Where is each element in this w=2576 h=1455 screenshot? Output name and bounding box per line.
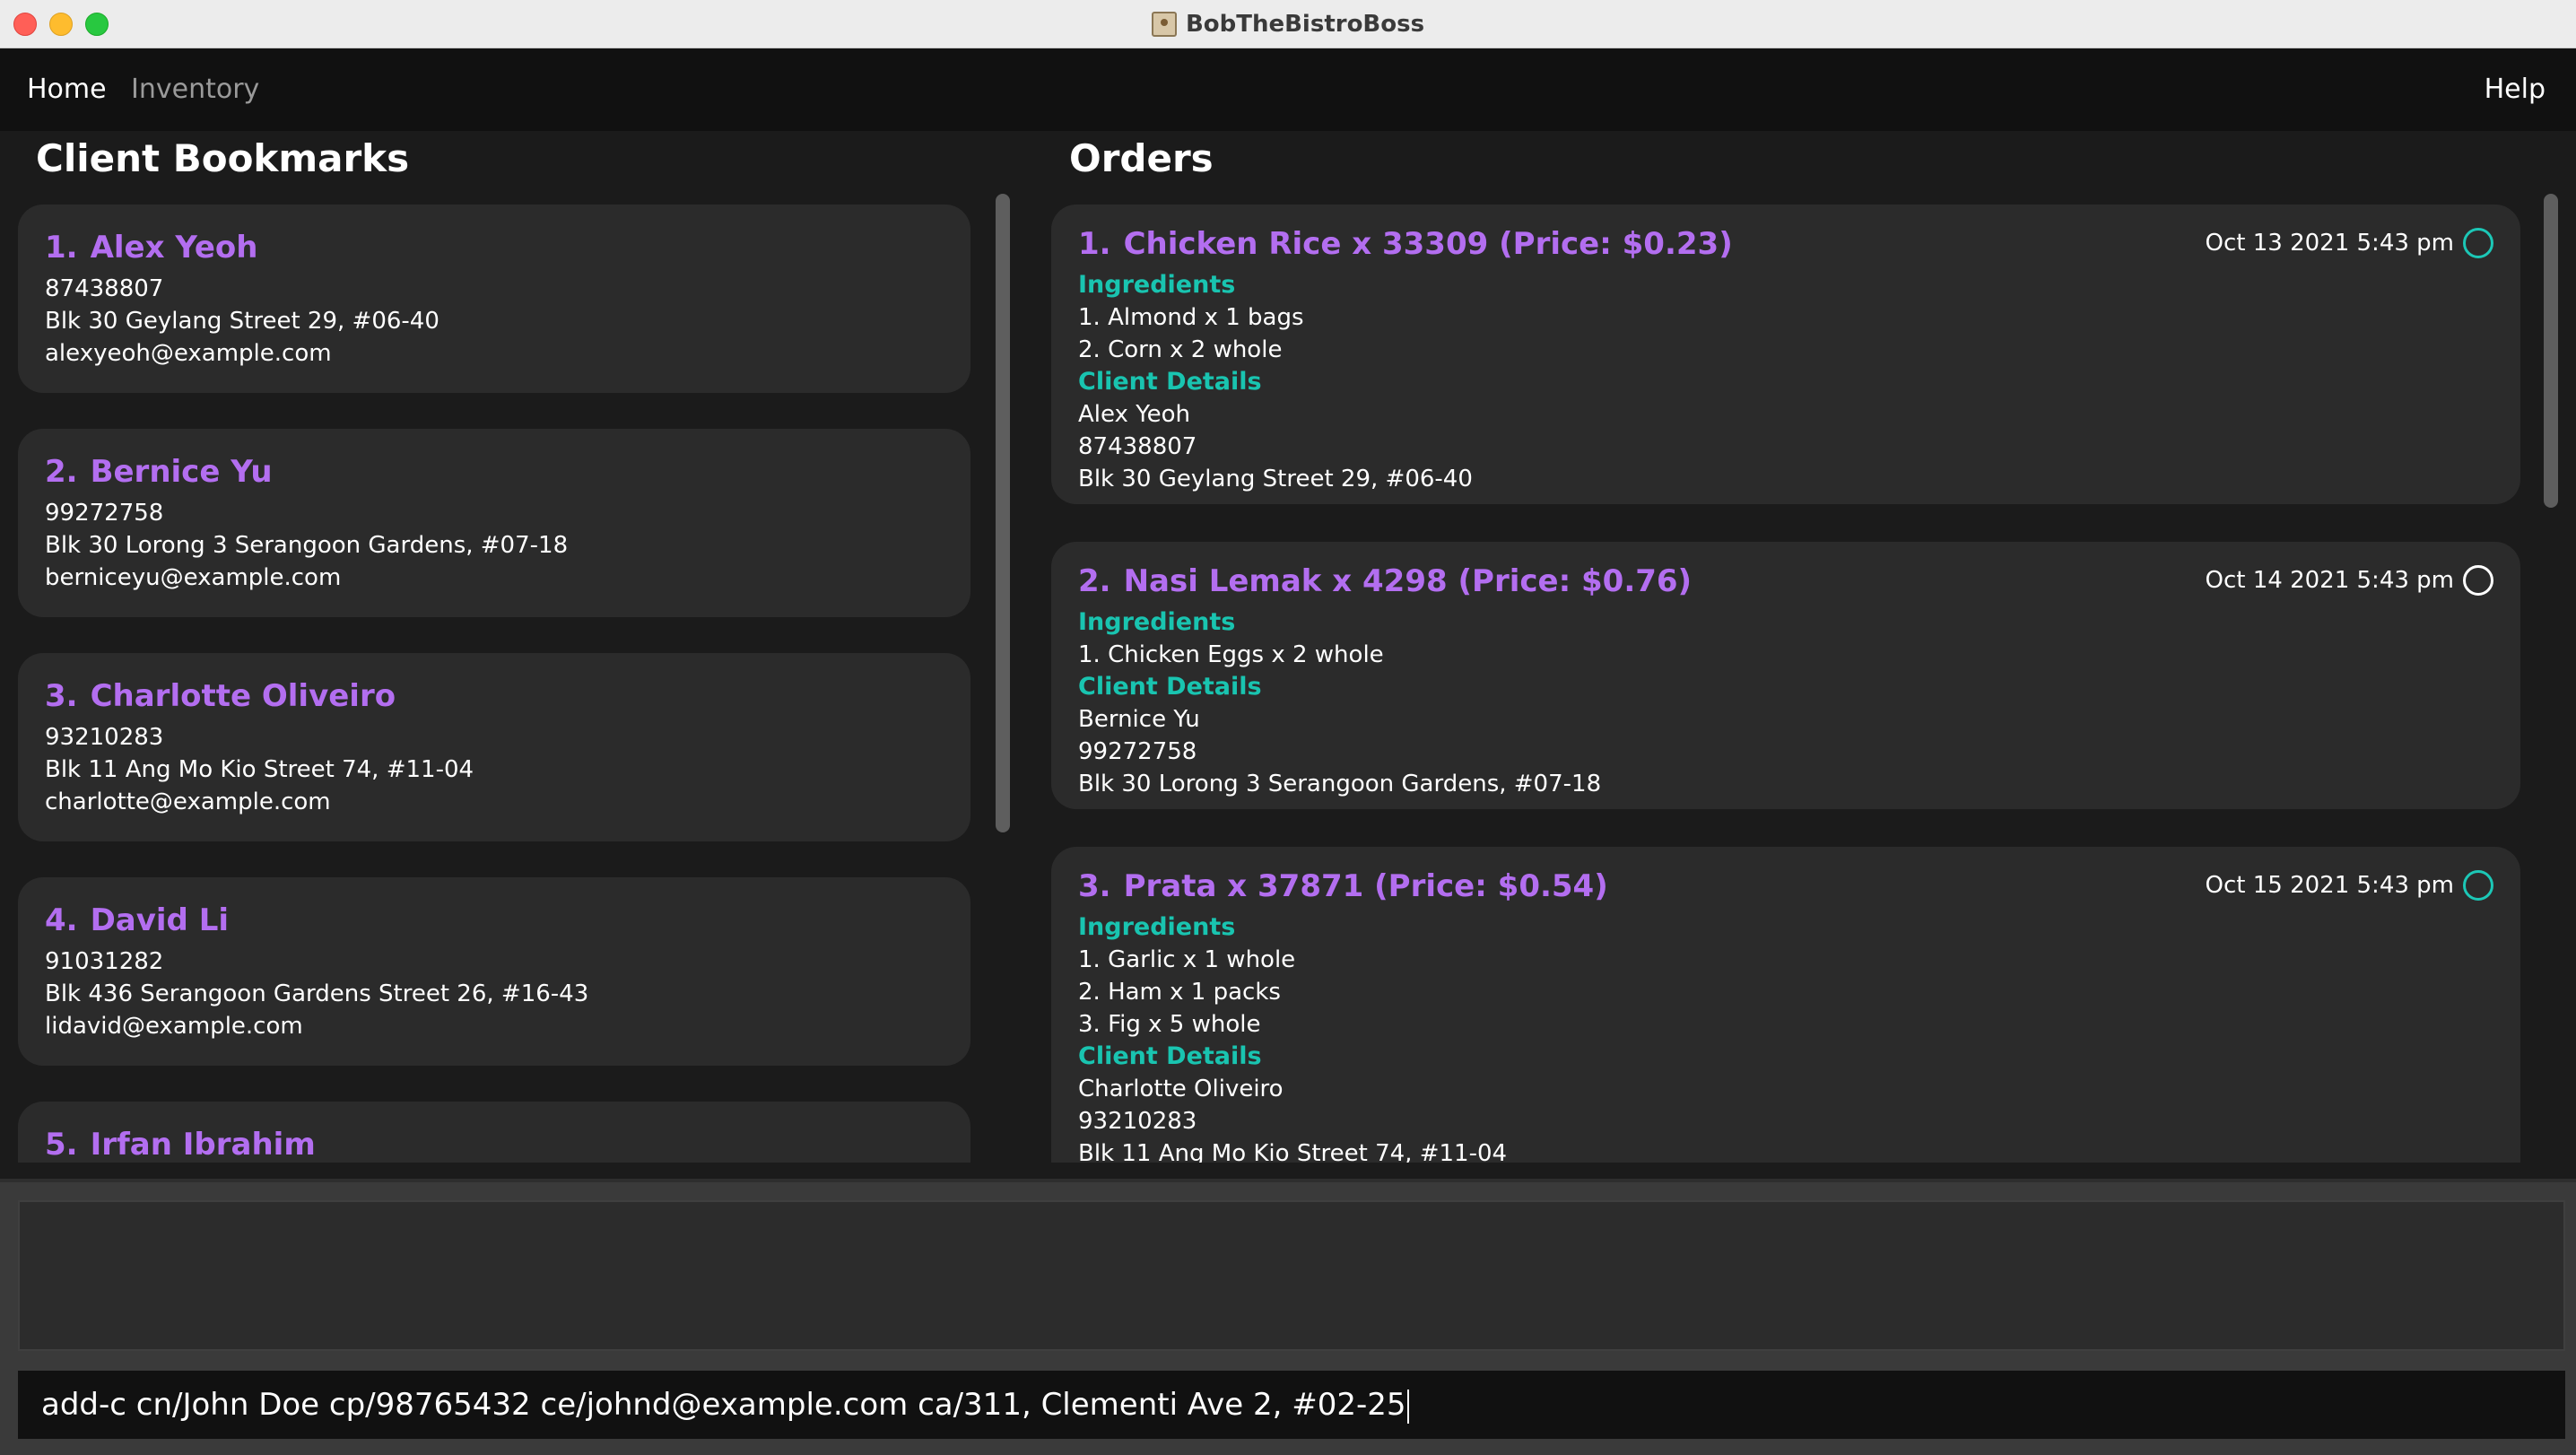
order-client-address: Blk 30 Lorong 3 Serangoon Gardens, #07-1… [1078,771,1602,797]
order-date: Oct 13 2021 5:43 pm [2205,230,2454,257]
orders-title: Orders [1069,136,1214,180]
client-details-label: Client Details [1078,673,1262,701]
client-bookmarks-title: Client Bookmarks [36,136,410,180]
client-phone: 87438807 [45,275,164,302]
order-client-address: Blk 11 Ang Mo Kio Street 74, #11-04 [1078,1140,1508,1163]
order-client-name: Bernice Yu [1078,706,1200,733]
order-date: Oct 15 2021 5:43 pm [2205,872,2454,899]
order-client-name: Charlotte Oliveiro [1078,1076,1284,1102]
window-title-area: BobTheBistroBoss [0,0,2576,48]
ingredients-label: Ingredients [1078,271,1236,299]
client-name: 3. Charlotte Oliveiro [45,678,396,714]
order-list-scrollbar[interactable] [2544,194,2558,508]
order-client-address: Blk 30 Geylang Street 29, #06-40 [1078,466,1473,492]
ingredients-label: Ingredients [1078,913,1236,941]
client-card[interactable]: 2. Bernice Yu 99272758 Blk 30 Lorong 3 Se… [18,429,970,617]
client-details-label: Client Details [1078,368,1262,396]
client-list-scrollbar[interactable] [996,194,1010,832]
order-date: Oct 14 2021 5:43 pm [2205,567,2454,594]
ingredient-item: 1. Almond x 1 bags [1078,304,1304,331]
order-card[interactable]: 2. Nasi Lemak x 4298 (Price: $0.76) Oct 1… [1051,542,2520,809]
client-name: 4. David Li [45,902,230,938]
client-phone: 99272758 [45,500,164,527]
menu-inventory[interactable]: Inventory [131,74,259,105]
text-caret [1407,1389,1410,1424]
client-card[interactable]: 1. Alex Yeoh 87438807 Blk 30 Geylang Stre… [18,205,970,393]
client-card[interactable]: 3. Charlotte Oliveiro 93210283 Blk 11 Ang… [18,653,970,841]
client-name: 5. Irfan Ibrahim [45,1127,316,1163]
client-address: Blk 30 Geylang Street 29, #06-40 [45,308,439,335]
menu-home[interactable]: Home [27,74,107,105]
ingredient-item: 1. Garlic x 1 whole [1078,946,1296,973]
client-phone: 93210283 [45,724,164,751]
client-email: berniceyu@example.com [45,564,342,591]
ingredient-item: 1. Chicken Eggs x 2 whole [1078,641,1384,668]
order-client-name: Alex Yeoh [1078,401,1191,428]
order-client-phone: 99272758 [1078,738,1197,765]
client-card[interactable]: 5. Irfan Ibrahim [18,1102,970,1163]
ingredient-item: 2. Corn x 2 whole [1078,336,1283,363]
ingredients-label: Ingredients [1078,608,1236,636]
order-status-checkbox[interactable] [2463,228,2493,258]
app-icon [1151,12,1177,37]
ingredient-item: 2. Ham x 1 packs [1078,979,1281,1006]
menu-help[interactable]: Help [2485,74,2546,105]
window-titlebar: BobTheBistroBoss [0,0,2576,48]
client-name: 1. Alex Yeoh [45,230,258,266]
order-status-checkbox[interactable] [2463,565,2493,596]
window-title: BobTheBistroBoss [1185,11,1425,38]
client-card[interactable]: 4. David Li 91031282 Blk 436 Serangoon Ga… [18,877,970,1066]
order-list[interactable]: 1. Chicken Rice x 33309 (Price: $0.23) Oc… [1051,203,2522,1163]
client-phone: 91031282 [45,948,164,975]
menu-bar: Home Inventory Help [0,48,2576,131]
order-client-phone: 93210283 [1078,1108,1197,1135]
order-client-phone: 87438807 [1078,433,1197,460]
client-email: lidavid@example.com [45,1013,303,1040]
result-display [18,1200,2565,1351]
ingredient-item: 3. Fig x 5 whole [1078,1011,1261,1038]
client-name: 2. Bernice Yu [45,454,273,490]
client-address: Blk 436 Serangoon Gardens Street 26, #16… [45,980,589,1007]
client-email: charlotte@example.com [45,788,331,815]
command-text: add-c cn/John Doe cp/98765432 ce/johnd@e… [41,1387,1410,1424]
client-list[interactable]: 1. Alex Yeoh 87438807 Blk 30 Geylang Stre… [18,203,972,1163]
order-status-checkbox[interactable] [2463,870,2493,901]
client-details-label: Client Details [1078,1042,1262,1070]
order-card[interactable]: 1. Chicken Rice x 33309 (Price: $0.23) Oc… [1051,205,2520,504]
client-address: Blk 30 Lorong 3 Serangoon Gardens, #07-1… [45,532,569,559]
command-input[interactable]: add-c cn/John Doe cp/98765432 ce/johnd@e… [18,1371,2565,1439]
client-address: Blk 11 Ang Mo Kio Street 74, #11-04 [45,756,474,783]
order-card[interactable]: 3. Prata x 37871 (Price: $0.54) Oct 15 20… [1051,847,2520,1163]
client-email: alexyeoh@example.com [45,340,332,367]
